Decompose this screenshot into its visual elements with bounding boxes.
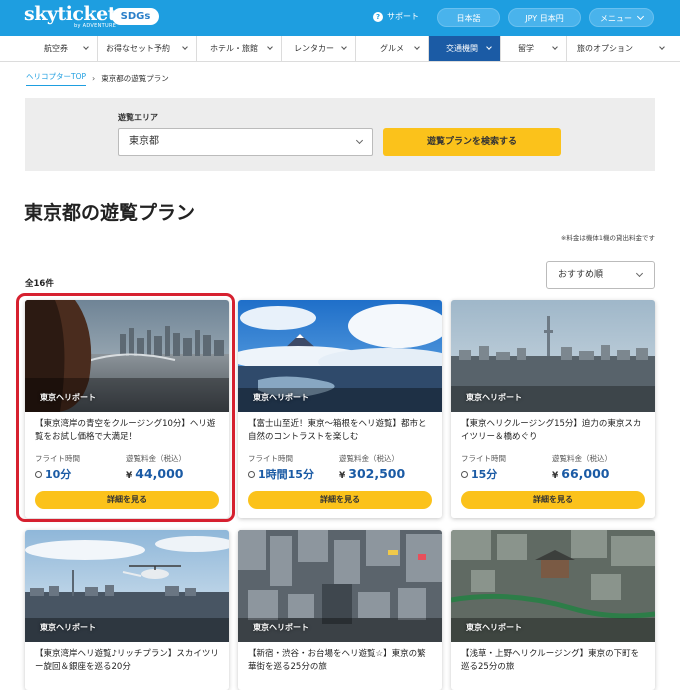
nav-label: グルメ [380, 44, 404, 53]
selected-card-highlight [16, 293, 235, 522]
chevron-down-icon [341, 44, 347, 50]
clock-icon [248, 471, 255, 478]
plan-card[interactable]: 東京ヘリポート 【東京湾岸ヘリ遊覧♪リッチプラン】スカイツリー旋回＆銀座を巡る2… [25, 530, 229, 690]
price-value: 66,000 [561, 466, 610, 481]
support-link[interactable]: ? サポート [373, 11, 419, 22]
currency-symbol: ¥ [339, 471, 346, 481]
logo-wordmark: skyticket [24, 3, 117, 25]
plan-card[interactable]: 東京ヘリポート 【富士山至近！東京～箱根をヘリ遊覧】都市と自然のコントラストを楽… [238, 300, 442, 518]
nav-label: お得なセット予約 [106, 44, 170, 53]
chevron-down-icon [659, 44, 665, 50]
plan-photo-shibuya[interactable]: 東京ヘリポート [238, 530, 442, 642]
currency-label: JPY 日本円 [525, 14, 564, 23]
area-select[interactable]: 東京都 [118, 128, 373, 156]
chevron-down-icon [414, 44, 420, 50]
category-nav: 航空券 お得なセット予約 ホテル・旅館 レンタカー グルメ 交通機関 留学 旅の… [0, 36, 680, 62]
area-label: 遊覧エリア [118, 113, 158, 122]
plan-photo-helicopter-bay[interactable]: 東京ヘリポート [25, 530, 229, 642]
chevron-down-icon [182, 44, 188, 50]
heliport-tag: 東京ヘリポート [40, 623, 96, 632]
menu-button[interactable]: メニュー [589, 8, 654, 27]
plan-photo-fuji-hakone[interactable]: 東京ヘリポート [238, 300, 442, 412]
nav-item-set-deals[interactable]: お得なセット予約 [98, 36, 197, 61]
flight-time-label: フライト時間 [461, 454, 506, 463]
nav-item-gourmet[interactable]: グルメ [356, 36, 429, 61]
flight-time-value: 1時間15分 [258, 468, 314, 481]
nav-label: 留学 [518, 44, 534, 53]
price-label: 遊覧料金（税込） [552, 454, 612, 463]
area-select-value: 東京都 [129, 136, 159, 147]
search-plans-button[interactable]: 遊覧プランを検索する [383, 128, 561, 156]
chevron-down-icon [486, 44, 492, 50]
heliport-tag: 東京ヘリポート [253, 393, 309, 402]
plan-photo-skytree[interactable]: 東京ヘリポート [451, 300, 655, 412]
plan-photo-asakusa[interactable]: 東京ヘリポート [451, 530, 655, 642]
heliport-tag: 東京ヘリポート [466, 393, 522, 402]
search-panel: 遊覧エリア 東京都 遊覧プランを検索する [25, 98, 655, 171]
chevron-down-icon [83, 44, 89, 50]
breadcrumb-parent-link[interactable]: ヘリコプターTOP [26, 71, 87, 86]
nav-item-study-abroad[interactable]: 留学 [501, 36, 567, 61]
logo-subtitle: by ADVENTURE [74, 23, 117, 29]
result-count: 全16件 [25, 279, 54, 289]
currency-button[interactable]: JPY 日本円 [508, 8, 581, 27]
nav-label: 交通機関 [446, 44, 478, 53]
nav-label: 旅のオプション [577, 44, 633, 53]
fee-note: ※料金は機体1機の貸出料金です [560, 234, 655, 242]
breadcrumb: ヘリコプターTOP › 東京都の遊覧プラン [26, 71, 169, 86]
nav-label: 航空券 [44, 44, 68, 53]
nav-item-rental-car[interactable]: レンタカー [282, 36, 356, 61]
view-details-button[interactable]: 詳細を見る [461, 491, 645, 509]
sort-select-value: おすすめ順 [558, 270, 604, 280]
language-label: 日本語 [456, 14, 481, 23]
nav-label: ホテル・旅館 [210, 44, 258, 53]
plan-title[interactable]: 【東京湾岸ヘリ遊覧♪リッチプラン】スカイツリー旋回＆銀座を巡る20分 [35, 648, 219, 676]
plan-card[interactable]: 東京ヘリポート 【浅草・上野ヘリクルージング】東京の下町を巡る25分の旅 [451, 530, 655, 690]
plan-title[interactable]: 【富士山至近！東京～箱根をヘリ遊覧】都市と自然のコントラストを楽しむ [248, 418, 432, 446]
nav-label: レンタカー [294, 44, 334, 53]
chevron-down-icon [552, 44, 558, 50]
nav-item-flights[interactable]: 航空券 [0, 36, 98, 61]
chevron-down-icon [636, 12, 645, 21]
nav-item-transport[interactable]: 交通機関 [429, 36, 501, 61]
flight-time-value: 15分 [471, 468, 498, 481]
top-header: skyticket by ADVENTURE SDGs ? サポート 日本語 J… [0, 0, 680, 36]
plan-title[interactable]: 【東京ヘリクルージング15分】迫力の東京スカイツリー＆橋めぐり [461, 418, 645, 446]
breadcrumb-current: 東京都の遊覧プラン [101, 74, 169, 83]
nav-item-options[interactable]: 旅のオプション [567, 36, 680, 61]
price-label: 遊覧料金（税込） [339, 454, 399, 463]
sort-select[interactable]: おすすめ順 [546, 261, 655, 289]
flight-time-label: フライト時間 [248, 454, 293, 463]
sdgs-label: SDGs [120, 11, 151, 22]
heliport-tag: 東京ヘリポート [466, 623, 522, 632]
view-details-button[interactable]: 詳細を見る [248, 491, 432, 509]
chevron-right-icon: › [92, 74, 96, 83]
plan-title[interactable]: 【浅草・上野ヘリクルージング】東京の下町を巡る25分の旅 [461, 648, 645, 676]
currency-symbol: ¥ [552, 471, 559, 481]
chevron-down-icon [635, 269, 644, 278]
chevron-down-icon [355, 136, 364, 145]
heliport-tag: 東京ヘリポート [253, 623, 309, 632]
sdgs-badge[interactable]: SDGs [112, 8, 159, 25]
skyticket-logo[interactable]: skyticket by ADVENTURE [24, 3, 117, 29]
plan-card[interactable]: 東京ヘリポート 【東京ヘリクルージング15分】迫力の東京スカイツリー＆橋めぐり … [451, 300, 655, 518]
support-label: サポート [387, 12, 419, 21]
plan-title[interactable]: 【新宿・渋谷・お台場をヘリ遊覧☆】東京の繁華街を巡る25分の旅 [248, 648, 432, 676]
help-icon: ? [373, 11, 383, 22]
plan-card[interactable]: 東京ヘリポート 【新宿・渋谷・お台場をヘリ遊覧☆】東京の繁華街を巡る25分の旅 [238, 530, 442, 690]
clock-icon [461, 471, 468, 478]
menu-label: メニュー [600, 14, 632, 23]
nav-item-hotels[interactable]: ホテル・旅館 [197, 36, 282, 61]
language-button[interactable]: 日本語 [437, 8, 500, 27]
price-value: 302,500 [348, 466, 406, 481]
chevron-down-icon [267, 44, 273, 50]
page-title: 東京都の遊覧プラン [24, 202, 196, 224]
